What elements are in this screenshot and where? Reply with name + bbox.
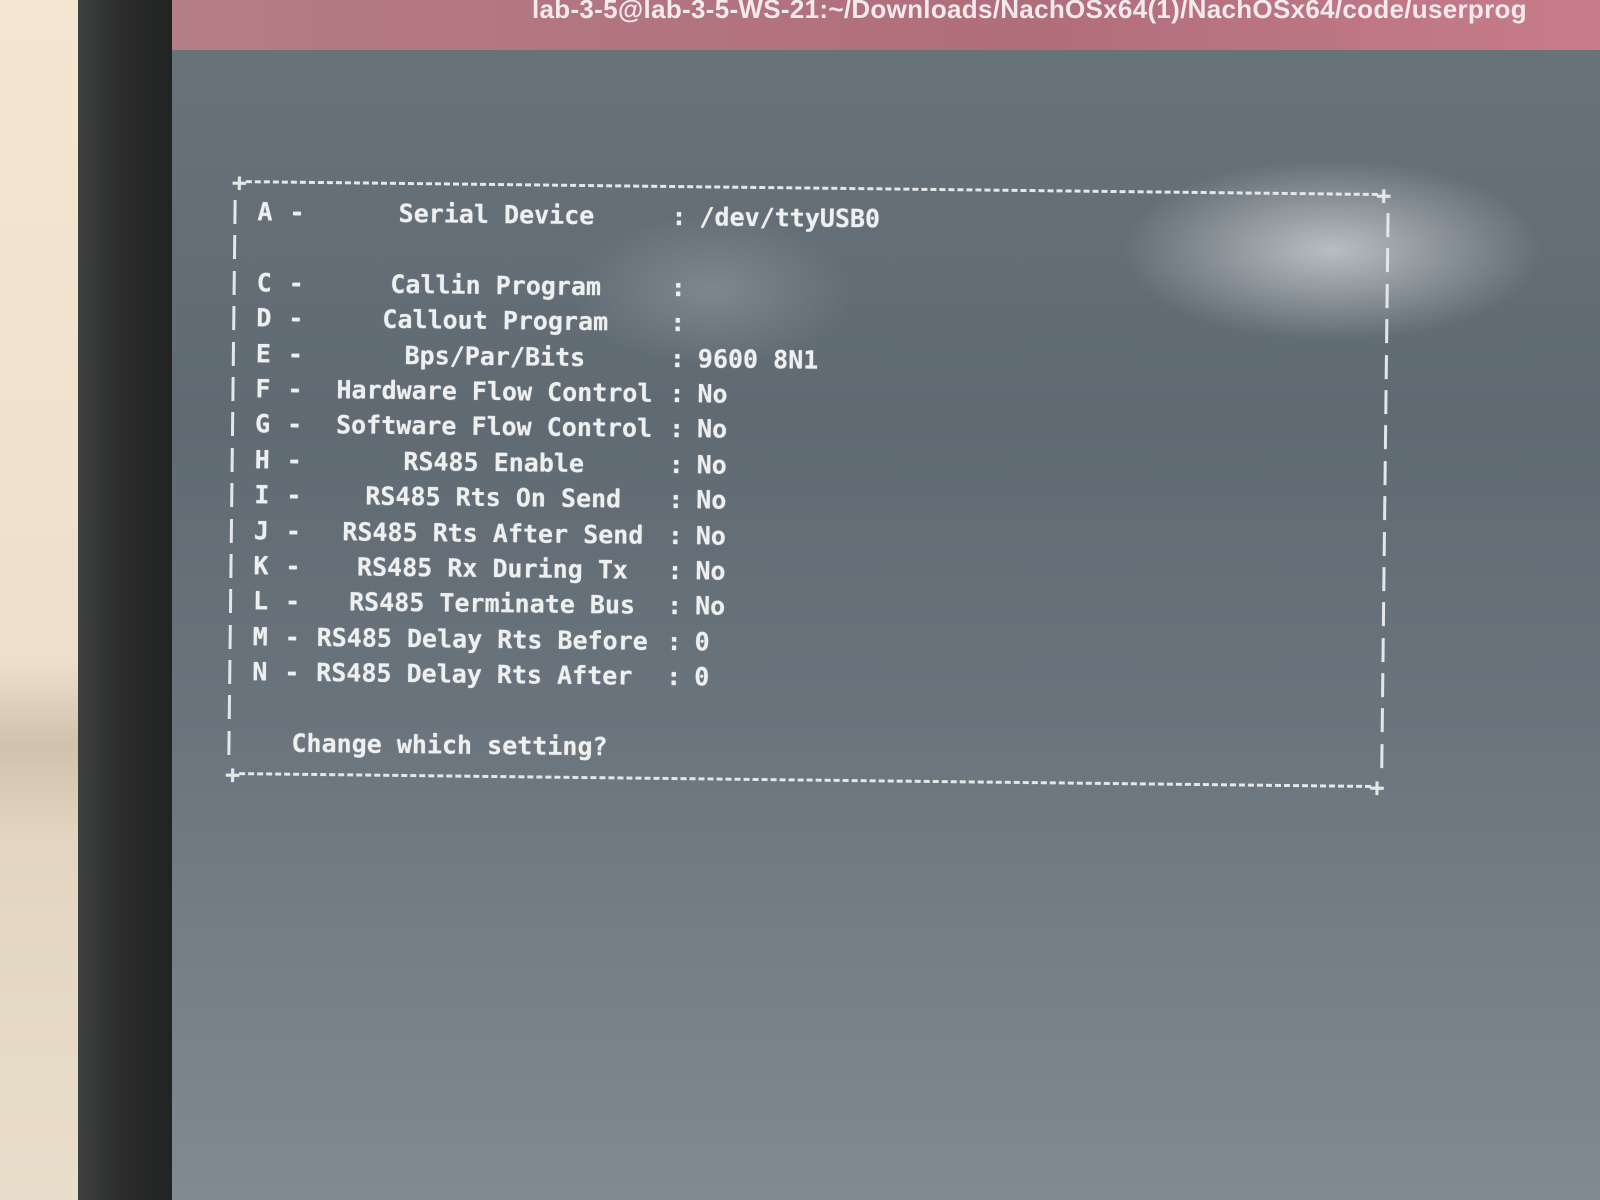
setting-value: No	[696, 414, 728, 444]
setting-key: C	[256, 268, 272, 298]
setting-label: Bps/Par/Bits	[404, 340, 586, 372]
setting-key: G	[254, 409, 271, 439]
setting-key: N	[252, 657, 268, 687]
setting-key: D	[256, 303, 272, 333]
setting-key: K	[253, 551, 269, 581]
setting-label: RS485 Delay Rts After	[316, 658, 633, 691]
setting-value: 9600 8N1	[697, 343, 819, 375]
setting-value: No	[695, 520, 727, 551]
setting-label: RS485 Enable	[403, 446, 585, 478]
setting-value: No	[695, 556, 726, 586]
setting-value: 0	[694, 626, 710, 657]
setting-key: I	[254, 480, 270, 510]
setting-value: No	[694, 591, 726, 621]
setting-value: 0	[694, 662, 710, 692]
setting-key: E	[255, 338, 272, 369]
setting-label: Callout Program	[382, 304, 609, 337]
setting-value: No	[696, 485, 727, 515]
terminal-window: lab-3-5@lab-3-5-WS-21:~/Downloads/NachOS…	[172, 0, 1600, 1200]
setting-value: No	[697, 379, 728, 409]
setting-label: Software Flow Control	[335, 410, 653, 444]
setting-label: RS485 Rx During Tx	[356, 552, 629, 585]
setting-label: Serial Device	[398, 198, 595, 231]
setting-key: H	[254, 445, 270, 475]
setting-label: RS485 Terminate Bus	[348, 587, 636, 620]
setting-label: RS485 Delay Rts Before	[316, 622, 648, 656]
minicom-serial-settings-menu: + + A - Serial Device : /dev/ttyUSB0 C -…	[225, 168, 1392, 799]
setting-label: Callin Program	[390, 269, 602, 301]
change-setting-prompt: Change which setting?	[291, 728, 608, 762]
setting-key: M	[252, 621, 268, 652]
setting-key: F	[255, 374, 271, 404]
setting-key: A	[257, 197, 273, 227]
setting-label: Hardware Flow Control	[336, 375, 653, 408]
setting-value: No	[696, 450, 727, 480]
window-title: lab-3-5@lab-3-5-WS-21:~/Downloads/NachOS…	[532, 0, 1527, 24]
setting-value: /dev/ttyUSB0	[699, 202, 881, 234]
setting-key: L	[252, 586, 269, 616]
setting-label: RS485 Rts After Send	[342, 516, 644, 550]
setting-label: RS485 Rts On Send	[365, 481, 622, 514]
window-titlebar: lab-3-5@lab-3-5-WS-21:~/Downloads/NachOS…	[172, 0, 1600, 50]
setting-key: J	[253, 515, 270, 545]
